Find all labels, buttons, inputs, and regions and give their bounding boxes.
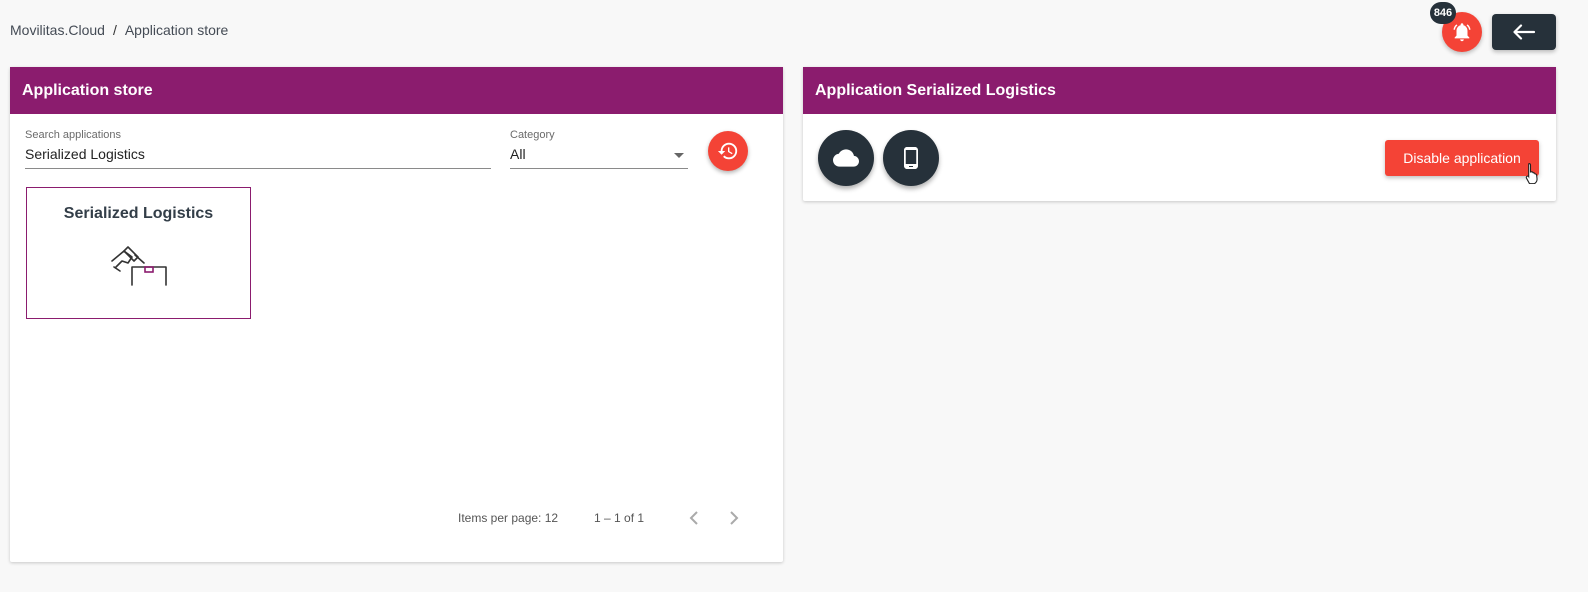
cloud-icon [833, 149, 859, 167]
chevron-left-icon[interactable] [687, 509, 701, 527]
mobile-button[interactable] [883, 130, 939, 186]
search-applications-label: Search applications [25, 129, 122, 141]
chevron-right-icon[interactable] [727, 509, 741, 527]
notification-count-badge: 846 [1430, 2, 1456, 24]
reset-filters-button[interactable] [708, 131, 748, 171]
back-button[interactable] [1492, 14, 1556, 50]
cloud-button[interactable] [818, 130, 874, 186]
application-detail-card: Application Serialized Logistics Disable… [803, 67, 1556, 201]
hand-cursor-icon [1525, 162, 1538, 184]
items-per-page[interactable]: Items per page: 12 [458, 511, 558, 525]
application-store-card: Application store Search applications Se… [10, 67, 783, 562]
search-applications-field[interactable]: Search applications Serialized Logistics [25, 129, 491, 169]
category-label: Category [510, 129, 555, 141]
disable-application-button[interactable]: Disable application [1385, 140, 1539, 176]
chevron-down-icon [674, 153, 684, 158]
category-select[interactable]: Category All [510, 129, 688, 169]
app-tile-title: Serialized Logistics [63, 205, 214, 222]
page-range: 1 – 1 of 1 [594, 511, 645, 525]
app-tile-serialized-logistics[interactable]: Serialized Logistics [26, 187, 251, 319]
breadcrumb-current: Application store [124, 22, 229, 38]
breadcrumb-separator: / [112, 22, 117, 38]
breadcrumb-root-link[interactable]: Movilitas.Cloud [10, 22, 105, 38]
scanner-box-icon [110, 246, 167, 286]
bell-icon [1453, 23, 1471, 42]
application-detail-title: Application Serialized Logistics [803, 67, 1556, 114]
search-applications-input[interactable]: Serialized Logistics [25, 146, 491, 169]
mobile-icon [904, 147, 918, 169]
application-store-title: Application store [10, 67, 783, 114]
history-icon [717, 142, 738, 160]
category-selected-value: All [510, 146, 526, 162]
category-select-value[interactable]: All [510, 146, 688, 169]
breadcrumb: Movilitas.Cloud / Application store [10, 22, 228, 38]
arrow-left-icon [1513, 24, 1536, 40]
